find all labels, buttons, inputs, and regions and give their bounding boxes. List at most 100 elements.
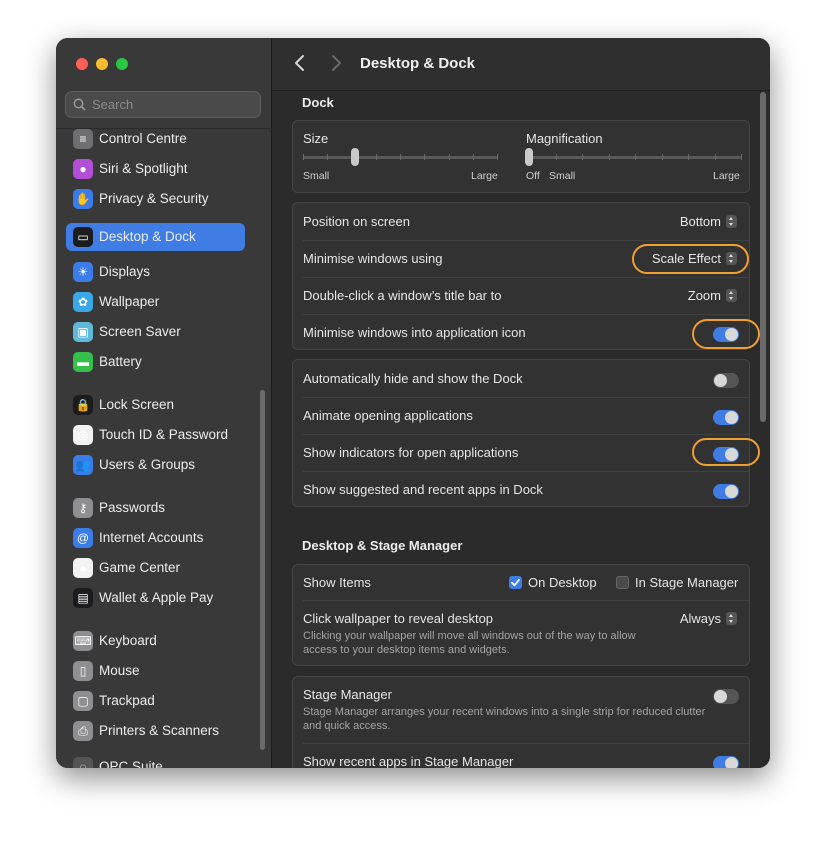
on-desktop-label: On Desktop <box>528 575 597 590</box>
position-popup[interactable]: Bottom <box>680 214 737 229</box>
magnification-label: Magnification <box>526 131 603 146</box>
zoom-window-button[interactable] <box>116 58 128 70</box>
sidebar-item-passwords[interactable]: ⚷ Passwords <box>66 494 245 522</box>
sidebar-item-label: Keyboard <box>99 633 157 648</box>
close-window-button[interactable] <box>76 58 88 70</box>
highlight-minimise-using <box>632 244 749 274</box>
click-wallpaper-description: Clicking your wallpaper will move all wi… <box>303 630 636 656</box>
sidebar-item-label: Screen Saver <box>99 324 181 339</box>
sidebar-item-label: Trackpad <box>99 693 155 708</box>
dock-heading: Dock <box>302 95 334 110</box>
animate-toggle[interactable] <box>713 410 739 425</box>
fingerprint-icon: ◎ <box>73 425 93 445</box>
sidebar-item-control-centre[interactable]: ≡ Control Centre <box>66 125 245 153</box>
sidebar-item-wallpaper[interactable]: ✿ Wallpaper <box>66 288 245 316</box>
magnification-off-label: Off <box>526 170 540 182</box>
click-wallpaper-label: Click wallpaper to reveal desktop <box>303 611 494 626</box>
stage-manager-group: Stage Manager Stage Manager arranges you… <box>292 676 750 768</box>
slider-tick <box>582 154 583 160</box>
qpc-icon: ◌ <box>73 757 93 768</box>
highlight-minimise-into-icon <box>692 319 760 349</box>
wallet-icon: ▤ <box>73 588 93 608</box>
magnification-slider-thumb[interactable] <box>525 148 533 166</box>
sidebar-item-users-groups[interactable]: 👥 Users & Groups <box>66 451 245 479</box>
on-desktop-checkbox[interactable] <box>509 576 522 589</box>
main-scrollbar[interactable] <box>760 92 766 422</box>
checkmark-icon <box>511 578 520 587</box>
auto-hide-label: Automatically hide and show the Dock <box>303 371 523 386</box>
slider-tick <box>303 154 304 160</box>
sidebar-item-privacy-security[interactable]: ✋ Privacy & Security <box>66 185 245 213</box>
sidebar-item-game-center[interactable]: ● Game Center <box>66 554 245 582</box>
sidebar-scrollbar[interactable] <box>260 390 265 750</box>
sidebar-item-touch-id-password[interactable]: ◎ Touch ID & Password <box>66 421 245 449</box>
at-icon: @ <box>73 528 93 548</box>
dock-icon: ▭ <box>73 227 93 247</box>
sidebar-item-label: Passwords <box>99 500 166 515</box>
key-icon: ⚷ <box>73 498 93 518</box>
highlight-indicators <box>692 438 760 466</box>
popup-arrows-icon <box>726 289 737 302</box>
sidebar-item-internet-accounts[interactable]: @ Internet Accounts <box>66 524 245 552</box>
sidebar-item-keyboard[interactable]: ⌨ Keyboard <box>66 627 245 655</box>
slider-tick <box>448 154 450 160</box>
search-field[interactable]: Search <box>65 91 261 118</box>
sun-icon: ☀ <box>73 262 93 282</box>
sidebar-item-qpc-suite[interactable]: ◌ QPC Suite <box>66 753 245 768</box>
suggested-apps-toggle[interactable] <box>713 484 739 499</box>
sidebar-item-lock-screen[interactable]: 🔒 Lock Screen <box>66 391 245 419</box>
popup-arrows-icon <box>726 612 737 625</box>
animate-label: Animate opening applications <box>303 408 473 423</box>
stage-manager-toggle[interactable] <box>713 689 739 704</box>
slider-tick <box>400 154 401 160</box>
sidebar-item-label: Wallet & Apple Pay <box>99 590 214 605</box>
click-wallpaper-popup[interactable]: Always <box>680 611 737 626</box>
recent-apps-stage-toggle[interactable] <box>713 756 739 768</box>
sidebar-item-displays[interactable]: ☀ Displays <box>66 258 245 286</box>
dock-behaviour-group: Automatically hide and show the Dock Ani… <box>292 359 750 507</box>
magnification-max-label: Large <box>713 170 740 182</box>
forward-button[interactable] <box>326 52 346 74</box>
sidebar-item-wallet-apple-pay[interactable]: ▤ Wallet & Apple Pay <box>66 584 245 612</box>
sidebar: Search ≡ Control Centre ● Siri & Spotlight ✋… <box>56 38 272 768</box>
sidebar-item-mouse[interactable]: ▯ Mouse <box>66 657 245 685</box>
slider-tick <box>555 154 557 160</box>
recent-apps-stage-label: Show recent apps in Stage Manager <box>303 754 514 768</box>
back-button[interactable] <box>290 52 310 74</box>
sidebar-item-label: Siri & Spotlight <box>99 161 188 176</box>
desktop-group: Show Items On Desktop In Stage Manager C… <box>292 564 750 666</box>
sidebar-item-label: Mouse <box>99 663 140 678</box>
users-icon: 👥 <box>73 455 93 475</box>
page-title: Desktop & Dock <box>360 55 476 72</box>
double-click-popup[interactable]: Zoom <box>688 288 737 303</box>
sidebar-item-printers-scanners[interactable]: ⎙ Printers & Scanners <box>66 717 245 745</box>
popup-arrows-icon <box>726 215 737 228</box>
siri-icon: ● <box>73 159 93 179</box>
desktop-stage-heading: Desktop & Stage Manager <box>302 538 463 553</box>
sidebar-item-trackpad[interactable]: ▢ Trackpad <box>66 687 245 715</box>
auto-hide-toggle[interactable] <box>713 373 739 388</box>
slider-tick <box>375 154 377 160</box>
flower-icon: ✿ <box>73 292 93 312</box>
keyboard-icon: ⌨ <box>73 631 93 651</box>
main-pane: Desktop & Dock Dock Size Magnification S… <box>272 38 770 768</box>
sidebar-item-screen-saver[interactable]: ▣ Screen Saver <box>66 318 245 346</box>
lock-icon: 🔒 <box>73 395 93 415</box>
suggested-apps-label: Show suggested and recent apps in Dock <box>303 482 543 497</box>
sidebar-item-label: Wallpaper <box>99 294 160 309</box>
minimise-using-label: Minimise windows using <box>303 251 443 266</box>
minimise-window-button[interactable] <box>96 58 108 70</box>
sidebar-item-label: Internet Accounts <box>99 530 204 545</box>
sidebar-item-battery[interactable]: ▬ Battery <box>66 348 245 376</box>
slider-tick <box>635 154 636 160</box>
size-max-label: Large <box>471 170 498 182</box>
position-label: Position on screen <box>303 214 410 229</box>
sidebar-item-desktop-dock[interactable]: ▭ Desktop & Dock <box>66 223 245 251</box>
sidebar-item-label: Game Center <box>99 560 181 575</box>
sidebar-item-siri-spotlight[interactable]: ● Siri & Spotlight <box>66 155 245 183</box>
dock-position-group: Position on screen Bottom Minimise windo… <box>292 202 750 350</box>
size-slider-thumb[interactable] <box>351 148 360 166</box>
search-icon <box>73 98 86 111</box>
in-stage-manager-checkbox[interactable] <box>616 576 629 589</box>
show-items-label: Show Items <box>303 575 371 590</box>
